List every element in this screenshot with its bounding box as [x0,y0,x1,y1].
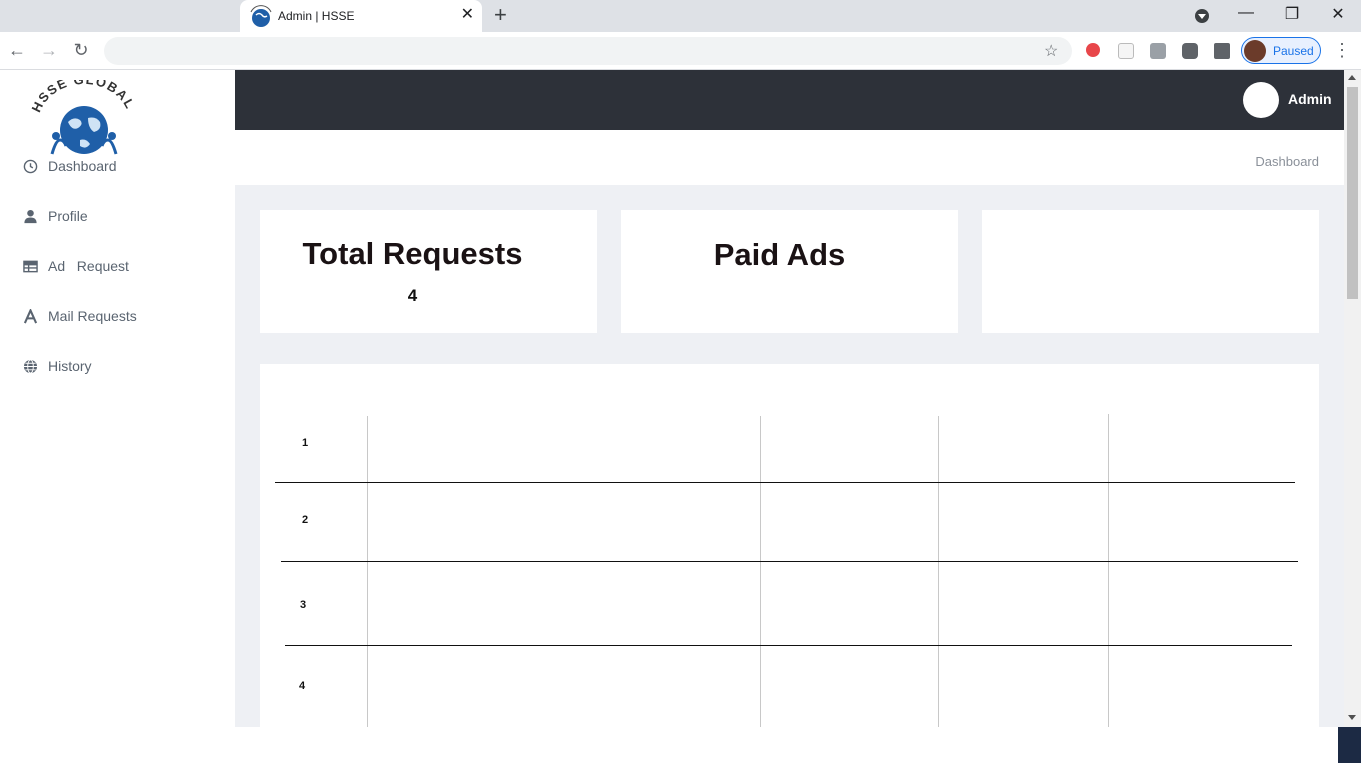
user-icon [22,208,38,224]
row-divider [281,561,1298,562]
reload-button[interactable]: ↻ [70,39,92,61]
taskbar-corner [1338,727,1361,763]
browser-toolbar: ← → ↻ ☆ Paused ⋮ [0,32,1361,70]
close-window-button[interactable]: ✕ [1328,4,1348,24]
back-button[interactable]: ← [6,39,28,61]
scroll-up-arrow-icon[interactable] [1348,75,1356,80]
column-divider [367,416,368,727]
scrollbar-thumb[interactable] [1347,87,1358,299]
requests-table: 1 2 3 4 [260,364,1319,727]
profile-paused-button[interactable]: Paused [1241,37,1321,64]
tab-title: Admin | HSSE [278,9,355,23]
row-divider [285,645,1292,646]
profile-avatar [1244,40,1266,62]
new-tab-button[interactable]: + [494,4,507,26]
sidebar-item-label: Mail Requests [48,308,137,324]
table-icon [22,258,38,274]
extension-at-icon[interactable] [1182,43,1198,59]
sidebar-item-dashboard[interactable]: Dashboard [22,154,117,178]
paid-ads-card: Paid Ads [621,210,958,333]
main-content: Admin Dashboard Total Requests 4 Paid Ad… [235,70,1344,727]
bottom-blank-strip [0,727,1361,763]
sidebar-item-profile[interactable]: Profile [22,204,88,228]
empty-stat-card [982,210,1319,333]
sidebar-item-label: Profile [48,208,88,224]
site-favicon-icon [250,5,272,27]
card-title: Paid Ads [713,237,846,272]
breadcrumb-bar: Dashboard [235,130,1344,185]
breadcrumb[interactable]: Dashboard [1255,154,1319,169]
sidebar-item-label: Ad Request [48,258,129,274]
browser-menu-icon[interactable]: ⋮ [1333,41,1351,59]
card-value: 4 [407,286,418,305]
tab-search-icon[interactable] [1195,9,1209,23]
address-bar[interactable] [104,37,1072,65]
profile-status-label: Paused [1273,44,1314,58]
restore-button[interactable]: ❐ [1282,4,1302,24]
font-a-icon [22,308,38,324]
admin-avatar[interactable] [1243,82,1279,118]
sidebar-item-ad-request[interactable]: Ad Request [22,254,129,278]
extension-box-icon[interactable] [1118,43,1134,59]
hsse-global-logo: HSSE GLOBAL [30,80,137,155]
table-row-number: 1 [302,437,309,449]
browser-tab-bar: Admin | HSSE ✕ + — ❐ ✕ [0,0,1361,32]
tab-close-icon[interactable]: ✕ [461,7,474,23]
card-title: Total Requests [302,236,523,271]
sidebar-item-label: Dashboard [48,158,117,174]
table-row-number: 4 [299,680,306,692]
browser-tab[interactable]: Admin | HSSE ✕ [240,0,482,32]
table-row-number: 3 [300,599,307,611]
extensions-puzzle-icon[interactable] [1214,43,1230,59]
sidebar-item-label: History [48,358,92,374]
globe-icon [22,358,38,374]
sidebar-item-history[interactable]: History [22,354,92,378]
forward-button[interactable]: → [38,39,60,61]
column-divider [760,416,761,727]
table-row-number: 2 [302,514,309,526]
sidebar-item-mail-requests[interactable]: Mail Requests [22,304,137,328]
sidebar: HSSE GLOBAL Dashboard Profile Ad Request… [0,70,235,727]
column-divider [1108,414,1109,727]
minimize-button[interactable]: — [1236,4,1256,22]
column-divider [938,416,939,727]
total-requests-card: Total Requests 4 [260,210,597,333]
scroll-down-arrow-icon[interactable] [1348,715,1356,720]
top-header: Admin [235,70,1344,130]
page-scrollbar[interactable] [1344,70,1361,727]
row-divider [275,482,1295,483]
extension-pdf-icon[interactable] [1150,43,1166,59]
extension-red-icon[interactable] [1086,43,1100,57]
clock-icon [22,158,38,174]
admin-user-name[interactable]: Admin [1288,91,1332,107]
bookmark-star-icon[interactable]: ☆ [1044,41,1058,61]
